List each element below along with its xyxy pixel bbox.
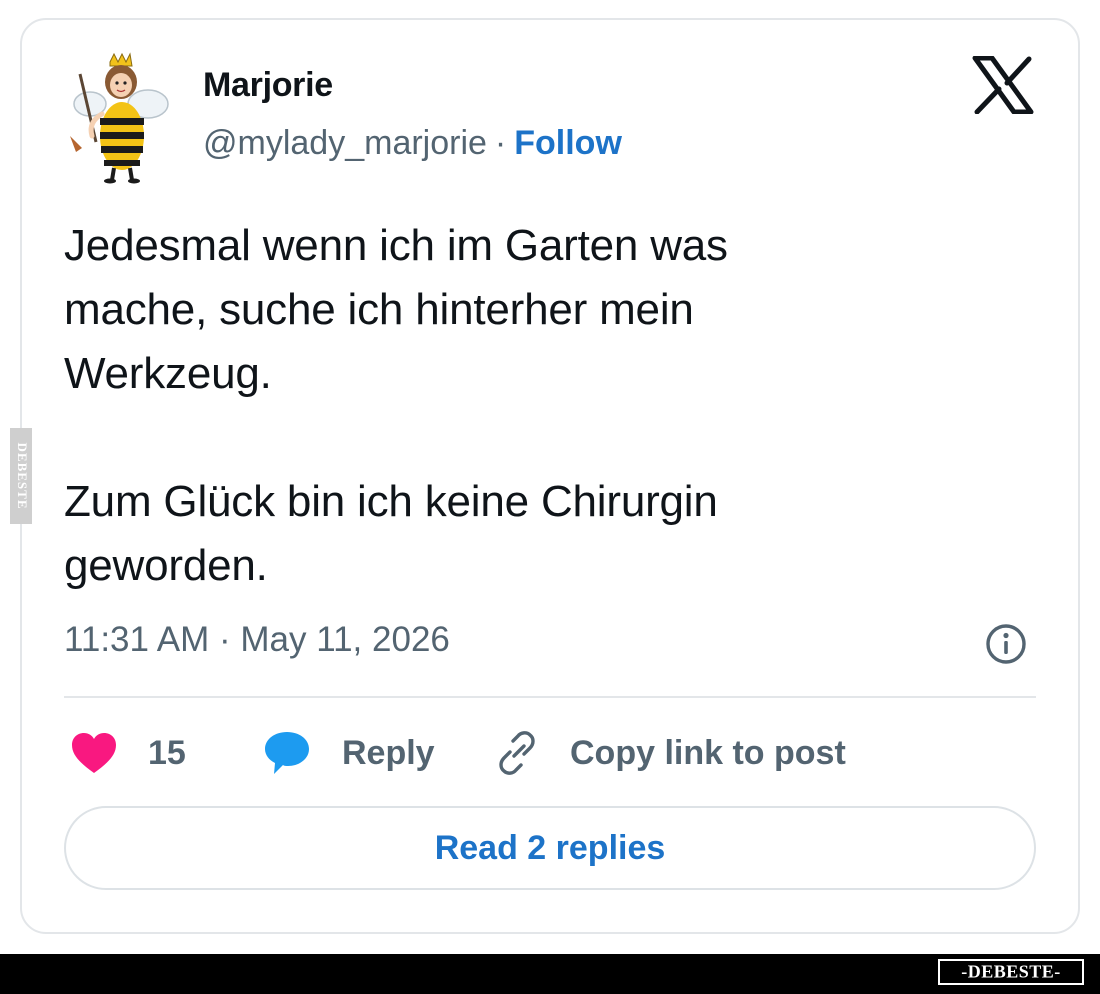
post-text: Jedesmal wenn ich im Garten was mache, s… [64,221,728,590]
copy-link-button[interactable]: Copy link to post [494,728,846,778]
x-logo-icon[interactable] [972,56,1034,114]
bee-costume-avatar-icon [70,52,169,184]
link-icon [499,731,535,775]
side-watermark: DEBESTE [10,428,32,524]
reply-label: Reply [342,733,435,772]
author-handle-row: @mylady_marjorie · Follow [203,124,622,163]
footer-bar: -DEBESTE- [0,954,1100,994]
handle-separator: · [494,124,507,162]
post-timestamp[interactable]: 11:31 AM · May 11, 2026 [64,620,450,660]
like-count: 15 [148,733,186,772]
like-button[interactable]: 15 [70,728,186,778]
speech-bubble-icon [265,732,309,774]
copy-link-label: Copy link to post [570,733,846,772]
debeste-vertical-logo-icon: DEBESTE [15,443,30,510]
heart-icon [72,733,116,773]
reply-button[interactable]: Reply [262,728,435,778]
svg-text:-DEBESTE-: -DEBESTE- [961,962,1061,982]
brand-logo: -DEBESTE- [938,959,1084,985]
debeste-logo-icon: -DEBESTE- [961,962,1061,982]
author-avatar[interactable] [62,52,174,184]
author-name[interactable]: Marjorie [203,66,333,105]
follow-button[interactable]: Follow [514,124,622,162]
divider [64,696,1036,698]
page: Marjorie @mylady_marjorie · Follow Jedesma… [0,0,1100,994]
read-replies-button[interactable]: Read 2 replies [64,806,1036,890]
author-handle[interactable]: @mylady_marjorie [203,124,487,162]
info-icon[interactable] [984,622,1028,666]
svg-text:DEBESTE: DEBESTE [15,443,30,510]
